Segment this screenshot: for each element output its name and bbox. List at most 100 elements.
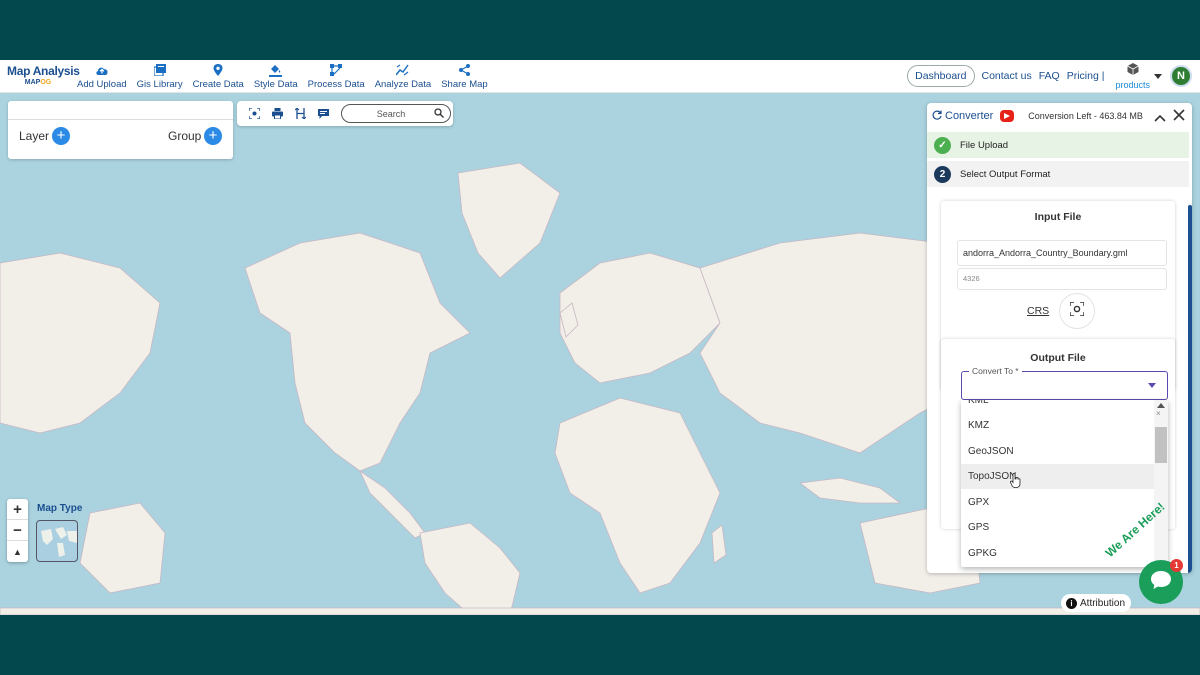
- nav-process-data[interactable]: Process Data: [303, 63, 370, 90]
- faq-link[interactable]: FAQ: [1039, 70, 1060, 82]
- attribution-label: Attribution: [1080, 597, 1126, 609]
- group-label: Group: [168, 129, 202, 143]
- close-icon[interactable]: [1173, 108, 1185, 126]
- top-navbar: Map Analysis MAPOG Add Upload Gis Librar…: [0, 60, 1200, 93]
- output-file-title: Output File: [1030, 352, 1086, 364]
- input-file-title: Input File: [1034, 211, 1082, 223]
- dashboard-button[interactable]: Dashboard: [907, 65, 975, 87]
- products-menu[interactable]: products: [1115, 62, 1150, 90]
- nav-gis-library-label: Gis Library: [136, 79, 183, 90]
- dropdown-scrollbar-track: [1154, 400, 1168, 567]
- nav-add-upload[interactable]: Add Upload: [72, 63, 132, 90]
- format-option[interactable]: KML: [961, 400, 1154, 413]
- dropdown-scrollbar[interactable]: [1155, 427, 1167, 463]
- check-icon: ✓: [934, 136, 951, 154]
- video-frame-top: [0, 0, 1200, 60]
- chevron-down-icon[interactable]: [1154, 73, 1162, 79]
- youtube-icon[interactable]: [1000, 110, 1015, 122]
- attribution-button[interactable]: i Attribution: [1061, 594, 1132, 612]
- epsg-value: 4326: [963, 274, 980, 283]
- clear-icon[interactable]: ×: [1156, 409, 1161, 418]
- scroll-up-arrow-icon[interactable]: [1157, 403, 1165, 408]
- screenshot-icon[interactable]: [243, 105, 266, 123]
- comment-icon[interactable]: [312, 105, 335, 123]
- format-option[interactable]: GeoJSON: [961, 439, 1154, 464]
- layer-panel-divider: [8, 119, 233, 120]
- continent-antarctica: [0, 607, 1200, 615]
- converter-title: Converter: [945, 110, 994, 122]
- paint-bucket-icon: [269, 63, 283, 77]
- cube-icon: [1127, 62, 1139, 80]
- nav-analyze-data[interactable]: Analyze Data: [370, 63, 437, 90]
- layer-label: Layer: [19, 129, 50, 143]
- crs-link[interactable]: CRS: [1027, 305, 1049, 317]
- nav-share-map[interactable]: Share Map: [436, 63, 492, 90]
- print-icon[interactable]: [266, 105, 289, 123]
- zoom-out-button[interactable]: −: [7, 520, 28, 541]
- brand-title: Map Analysis: [7, 64, 80, 78]
- map-pin-icon: [211, 63, 225, 77]
- nav-style-data[interactable]: Style Data: [249, 63, 303, 90]
- contact-us-link[interactable]: Contact us: [982, 70, 1032, 82]
- focus-target-icon: [1069, 300, 1085, 321]
- converter-scrollbar[interactable]: [1188, 205, 1192, 573]
- search-box: [341, 104, 451, 123]
- nav-create-data[interactable]: Create Data: [188, 63, 249, 90]
- products-label: products: [1115, 80, 1150, 90]
- zoom-controls: + − ▲: [7, 499, 28, 562]
- info-icon: i: [1066, 597, 1077, 609]
- process-icon: [329, 63, 343, 77]
- search-icon[interactable]: [434, 105, 444, 123]
- format-dropdown-list: KML KMZ GeoJSON TopoJSON GPX GPS GPKG ×: [961, 400, 1168, 567]
- step-select-output-format[interactable]: 2 Select Output Format: [927, 161, 1189, 187]
- chat-icon: [1150, 570, 1172, 595]
- user-avatar[interactable]: N: [1170, 65, 1192, 87]
- add-group-button[interactable]: +: [204, 127, 222, 145]
- video-frame-bottom: [0, 615, 1200, 675]
- analyze-icon: [396, 63, 410, 77]
- convert-to-label: Convert To *: [969, 366, 1022, 376]
- hand-cursor-icon: [1010, 472, 1022, 493]
- share-icon: [457, 63, 471, 77]
- nav-share-map-label: Share Map: [441, 79, 488, 90]
- map-app: Map Analysis MAPOG Add Upload Gis Librar…: [0, 60, 1200, 615]
- nav-gis-library[interactable]: Gis Library: [132, 63, 188, 90]
- crs-picker-button[interactable]: [1059, 293, 1095, 329]
- brand-subtitle: MAPOG: [24, 79, 52, 86]
- pricing-link[interactable]: Pricing |: [1067, 70, 1105, 82]
- measure-icon[interactable]: [289, 105, 312, 123]
- layer-panel: Layer + Group +: [8, 101, 233, 159]
- chevron-down-icon[interactable]: [1148, 383, 1156, 388]
- zoom-in-button[interactable]: +: [7, 499, 28, 520]
- library-icon: [153, 63, 167, 77]
- add-layer-button[interactable]: +: [52, 127, 70, 145]
- refresh-icon[interactable]: [932, 107, 942, 125]
- format-option-hovered[interactable]: TopoJSON: [961, 464, 1154, 489]
- map-toolbar: [237, 101, 453, 126]
- brand-logo[interactable]: Map Analysis MAPOG: [7, 64, 80, 86]
- map-thumbnail-image: [41, 527, 77, 557]
- map-type-label: Map Type: [37, 503, 83, 514]
- converter-header: Converter Conversion Left - 463.84 MB: [927, 103, 1192, 129]
- step-file-upload[interactable]: ✓ File Upload: [927, 132, 1189, 158]
- cloud-upload-icon: [95, 63, 109, 77]
- input-filename-field: andorra_Andorra_Country_Boundary.gml: [957, 240, 1167, 266]
- nav-style-data-label: Style Data: [253, 79, 298, 90]
- main-nav: Add Upload Gis Library Create Data Style…: [72, 63, 493, 90]
- nav-create-data-label: Create Data: [192, 79, 244, 90]
- nav-analyze-data-label: Analyze Data: [374, 79, 432, 90]
- format-option[interactable]: GPX: [961, 490, 1154, 515]
- conversion-left-text: Conversion Left - 463.84 MB: [1028, 111, 1143, 121]
- chevron-up-icon[interactable]: [1154, 109, 1166, 127]
- input-filename: andorra_Andorra_Country_Boundary.gml: [963, 248, 1128, 258]
- step-select-output-label: Select Output Format: [960, 168, 1051, 180]
- map-type-thumbnail[interactable]: [36, 520, 78, 562]
- reset-north-button[interactable]: ▲: [7, 541, 28, 562]
- search-input[interactable]: [352, 108, 430, 119]
- epsg-field: 4326: [957, 268, 1167, 290]
- nav-add-upload-label: Add Upload: [77, 79, 127, 90]
- nav-process-data-label: Process Data: [307, 79, 365, 90]
- step-file-upload-label: File Upload: [960, 139, 1009, 151]
- format-option[interactable]: KMZ: [961, 413, 1154, 438]
- header-right: Dashboard Contact us FAQ Pricing | produ…: [907, 62, 1192, 90]
